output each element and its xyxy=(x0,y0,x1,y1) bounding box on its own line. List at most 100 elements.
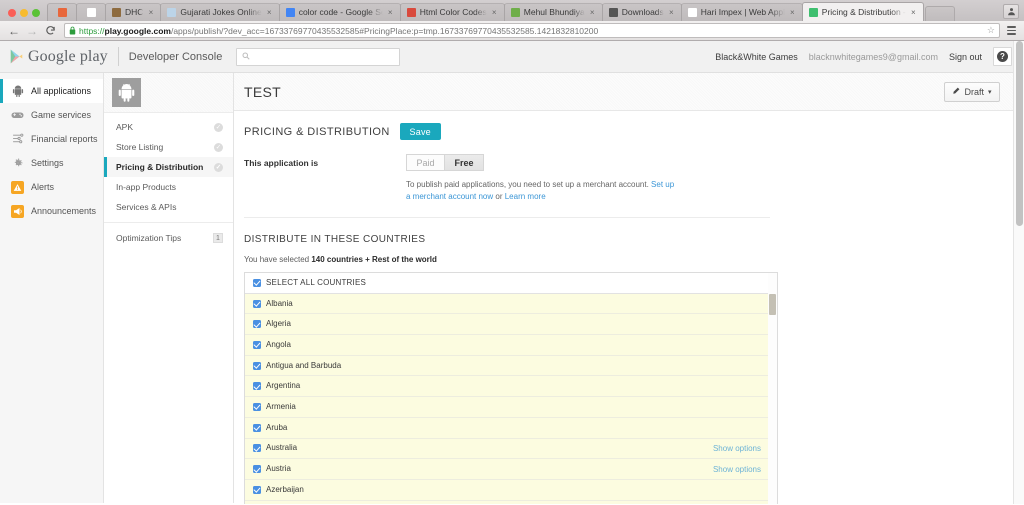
country-list-scrollbar[interactable] xyxy=(768,273,777,504)
optimization-tips-count: 1 xyxy=(213,233,223,243)
close-icon[interactable]: × xyxy=(788,8,797,17)
window-traffic-lights[interactable] xyxy=(2,9,47,21)
country-checkbox[interactable] xyxy=(253,444,261,453)
page-scrollbar[interactable] xyxy=(1013,41,1024,504)
browser-tab[interactable]: Pricing & Distribution - Test× xyxy=(801,2,924,21)
app-nav-item-optimization-tips[interactable]: Optimization Tips 1 xyxy=(104,228,233,248)
app-nav-item-in-app-products[interactable]: In-app Products xyxy=(104,177,233,197)
country-row[interactable]: Antigua and Barbuda xyxy=(245,355,777,377)
back-button[interactable]: ← xyxy=(6,23,22,39)
browser-tab[interactable]: Html Color Codes × xyxy=(399,3,505,21)
browser-chrome: DHC × Gujarati Jokes Online × color code - G… xyxy=(0,0,1024,41)
profile-avatar-icon[interactable] xyxy=(1003,4,1019,19)
close-icon[interactable]: × xyxy=(667,8,676,17)
show-options-link[interactable]: Show options xyxy=(713,444,761,453)
page-body: All applications Game services Financial r… xyxy=(0,73,1024,504)
draft-status-button[interactable]: Draft ▾ xyxy=(944,81,1000,102)
url-input[interactable]: https://play.google.com/apps/publish/?de… xyxy=(64,23,1000,38)
country-row[interactable]: Angola xyxy=(245,335,777,356)
country-checkbox[interactable] xyxy=(253,402,261,411)
country-list-scrollbar-thumb[interactable] xyxy=(769,294,776,315)
country-row[interactable]: Argentina xyxy=(245,376,777,398)
country-checkbox[interactable] xyxy=(253,485,261,494)
pricing-option-paid[interactable]: Paid xyxy=(406,154,445,171)
close-icon[interactable]: × xyxy=(490,8,499,17)
browser-tab-title: DHC xyxy=(125,7,144,17)
maximize-window-button[interactable] xyxy=(32,9,40,17)
country-checkbox[interactable] xyxy=(253,423,261,432)
minimize-window-button[interactable] xyxy=(20,9,28,17)
global-search-box[interactable] xyxy=(236,47,401,66)
browser-tab[interactable] xyxy=(47,3,77,21)
gamepad-icon xyxy=(11,109,24,122)
app-nav-item-store-listing[interactable]: Store Listing ✓ xyxy=(104,137,233,157)
sidebar-item-label: Game services xyxy=(31,109,92,120)
country-checkbox[interactable] xyxy=(253,465,261,474)
country-checkbox[interactable] xyxy=(253,382,261,391)
app-nav-item-pricing-distribution[interactable]: Pricing & Distribution ✓ xyxy=(104,157,233,177)
search-input[interactable] xyxy=(254,51,395,62)
country-row[interactable]: Albania xyxy=(245,293,777,315)
megaphone-icon-badge xyxy=(11,204,24,218)
primary-sidebar: All applications Game services Financial r… xyxy=(0,73,104,503)
country-row[interactable]: Australia Show options xyxy=(245,438,777,460)
gear-icon xyxy=(11,157,24,170)
close-icon[interactable]: × xyxy=(265,8,274,17)
country-list-scroll-area[interactable]: SELECT ALL COUNTRIES Albania Algeria Angol… xyxy=(245,273,777,504)
browser-tab[interactable]: Mehul Bhundiya × xyxy=(503,3,603,21)
country-checkbox[interactable] xyxy=(253,361,261,370)
sidebar-item-settings[interactable]: Settings xyxy=(0,151,103,175)
app-nav-item-services-apis[interactable]: Services & APIs xyxy=(104,197,233,217)
country-row[interactable]: Azerbaijan xyxy=(245,479,777,501)
country-checkbox[interactable] xyxy=(253,299,261,308)
google-play-logo[interactable]: Google play xyxy=(10,48,108,66)
sidebar-item-all-applications[interactable]: All applications xyxy=(0,79,103,103)
browser-tab[interactable]: Downloads × xyxy=(601,3,682,21)
close-window-button[interactable] xyxy=(8,9,16,17)
browser-menu-icon[interactable] xyxy=(1005,23,1018,38)
close-icon[interactable]: × xyxy=(909,8,918,17)
app-sidebar: APK ✓ Store Listing ✓ Pricing & Distribution… xyxy=(104,73,234,503)
select-all-checkbox[interactable] xyxy=(253,278,261,287)
country-row[interactable]: Armenia xyxy=(245,397,777,418)
help-button[interactable]: ? xyxy=(993,47,1012,66)
country-checkbox[interactable] xyxy=(253,320,261,329)
sidebar-item-financial-reports[interactable]: Financial reports xyxy=(0,127,103,151)
browser-tab[interactable]: DHC × xyxy=(105,3,162,21)
show-options-link[interactable]: Show options xyxy=(713,465,761,474)
account-name[interactable]: Black&White Games xyxy=(715,52,798,62)
browser-tab[interactable] xyxy=(76,3,106,21)
check-circle-icon: ✓ xyxy=(214,122,223,132)
forward-button[interactable]: → xyxy=(24,23,40,39)
sidebar-item-game-services[interactable]: Game services xyxy=(0,103,103,127)
browser-tab[interactable]: Hari Impex | Web Application× xyxy=(680,3,803,21)
paid-free-toggle[interactable]: Paid Free xyxy=(406,154,678,171)
browser-tab[interactable]: color code - Google Search× xyxy=(278,3,401,21)
page-scrollbar-thumb[interactable] xyxy=(1016,41,1023,226)
browser-tab[interactable]: Gujarati Jokes Online × xyxy=(160,3,280,21)
country-checkbox[interactable] xyxy=(253,340,261,349)
country-row[interactable]: Bahamas xyxy=(245,500,777,504)
new-tab-button[interactable] xyxy=(924,6,955,21)
save-button[interactable]: Save xyxy=(399,123,441,140)
reload-button[interactable] xyxy=(42,23,58,39)
sidebar-item-alerts[interactable]: Alerts xyxy=(0,175,103,199)
select-all-countries-row[interactable]: SELECT ALL COUNTRIES xyxy=(245,273,777,294)
close-icon[interactable]: × xyxy=(588,8,597,17)
close-icon[interactable]: × xyxy=(146,8,155,17)
app-nav-item-apk[interactable]: APK ✓ xyxy=(104,117,233,137)
financial-chart-icon xyxy=(11,133,24,146)
pencil-icon xyxy=(952,87,960,97)
sign-out-link[interactable]: Sign out xyxy=(949,52,982,62)
merchant-note-or: or xyxy=(493,192,505,201)
country-row[interactable]: Algeria xyxy=(245,314,777,336)
country-row[interactable]: Austria Show options xyxy=(245,459,777,480)
close-icon[interactable]: × xyxy=(386,8,395,17)
sidebar-item-announcements[interactable]: Announcements xyxy=(0,199,103,223)
bookmark-star-icon[interactable]: ☆ xyxy=(981,25,995,36)
learn-more-link[interactable]: Learn more xyxy=(505,192,546,201)
country-name: Antigua and Barbuda xyxy=(266,360,342,370)
pricing-option-free[interactable]: Free xyxy=(445,154,484,171)
secure-lock-icon xyxy=(69,26,76,35)
country-row[interactable]: Aruba xyxy=(245,417,777,439)
